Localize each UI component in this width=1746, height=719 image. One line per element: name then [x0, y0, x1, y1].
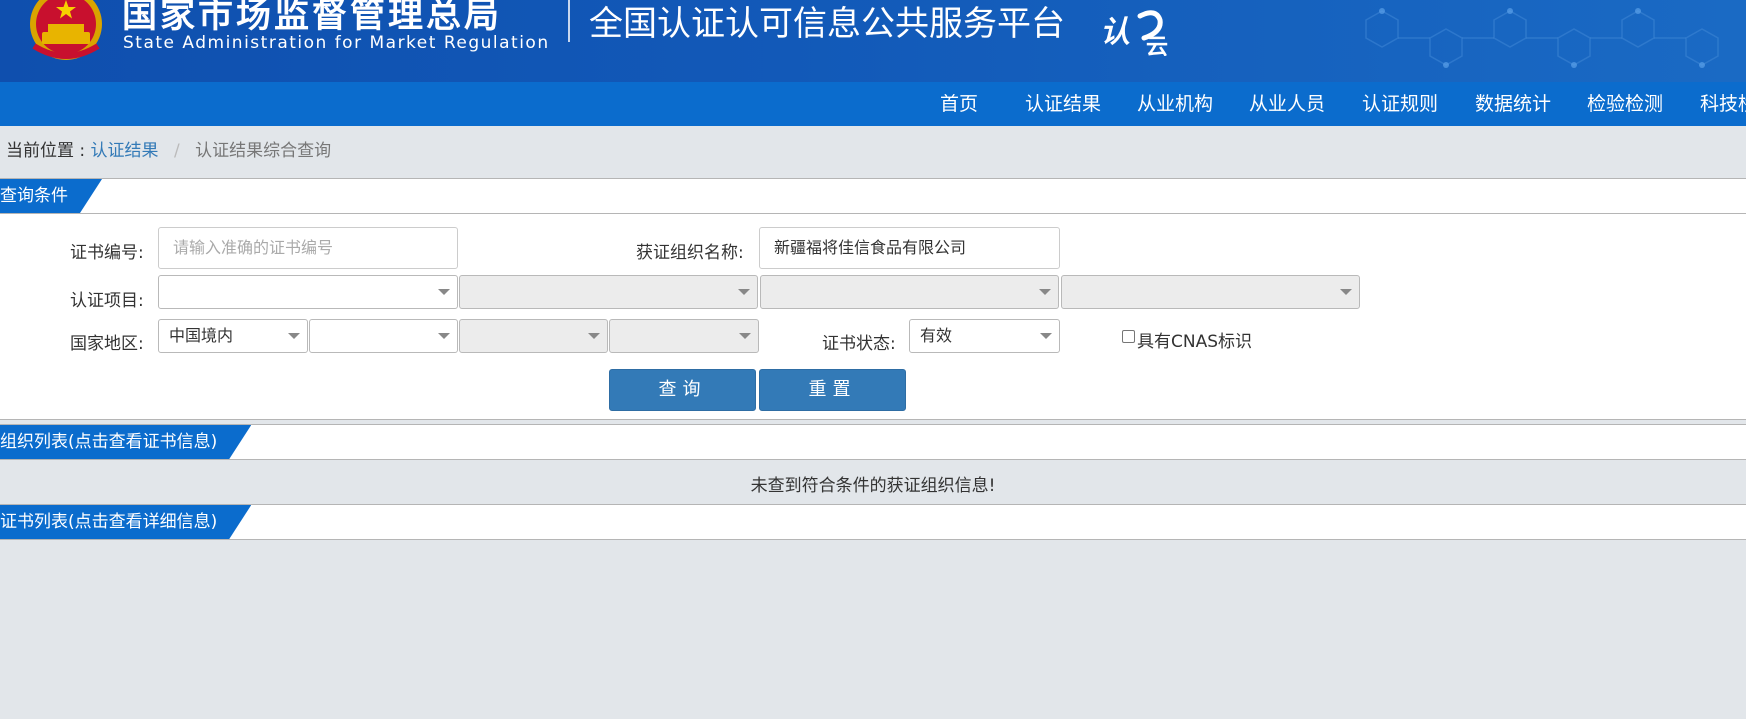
- cert-list-section-header: 证书列表(点击查看详细信息): [0, 504, 1746, 540]
- region-label: 国家地区:: [70, 334, 144, 354]
- nav-item-statistics[interactable]: 数据统计: [1475, 82, 1551, 126]
- nav-item-tech-bridge[interactable]: 科技桥: [1700, 82, 1746, 126]
- chevron-down-icon: [438, 289, 450, 295]
- chevron-down-icon: [1039, 289, 1051, 295]
- cert-no-label: 证书编号:: [70, 243, 144, 263]
- hexagon-pattern-decoration: [1365, 8, 1719, 68]
- chevron-down-icon: [588, 333, 600, 339]
- region-select-1-value: 中国境内: [169, 326, 234, 345]
- chevron-down-icon: [438, 333, 450, 339]
- cert-list-section-title: 证书列表(点击查看详细信息): [0, 505, 251, 539]
- site-header: 国家市场监督管理总局 State Administration for Mark…: [0, 0, 1746, 82]
- nav-item-personnel[interactable]: 从业人员: [1249, 82, 1325, 126]
- status-select-value: 有效: [920, 326, 953, 345]
- status-label: 证书状态:: [822, 334, 896, 354]
- region-select-4[interactable]: [609, 319, 759, 353]
- chevron-down-icon: [1040, 333, 1052, 339]
- nav-item-testing[interactable]: 检验检测: [1587, 82, 1663, 126]
- breadcrumb: 当前位置 : 认证结果 / 认证结果综合查询: [6, 136, 331, 161]
- project-select-2[interactable]: [459, 275, 758, 309]
- breadcrumb-separator: /: [173, 141, 180, 161]
- query-section-title: 查询条件: [0, 179, 102, 213]
- query-section-header: 查询条件: [0, 178, 1746, 214]
- national-emblem-icon: [30, 0, 102, 60]
- chevron-down-icon: [738, 289, 750, 295]
- nav-item-cert-rules[interactable]: 认证规则: [1362, 82, 1438, 126]
- breadcrumb-link-cert-results[interactable]: 认证结果: [91, 141, 159, 161]
- logo-text-main: 认: [1100, 15, 1130, 50]
- cnas-checkbox[interactable]: [1122, 330, 1135, 343]
- agency-name-english: State Administration for Market Regulati…: [123, 33, 550, 53]
- project-select-1[interactable]: [158, 275, 458, 309]
- cnas-checkbox-label[interactable]: 具有CNAS标识: [1137, 327, 1252, 352]
- chevron-down-icon: [1340, 289, 1352, 295]
- chevron-down-icon: [739, 333, 751, 339]
- org-list-empty-message: 未查到符合条件的获证组织信息!: [750, 476, 996, 496]
- project-select-3[interactable]: [760, 275, 1059, 309]
- breadcrumb-current: 认证结果综合查询: [195, 141, 332, 161]
- search-button[interactable]: 查询: [609, 369, 756, 411]
- reset-button[interactable]: 重置: [759, 369, 906, 411]
- main-nav: 首页 认证结果 从业机构 从业人员 认证规则 数据统计 检验检测 科技桥: [0, 82, 1746, 126]
- chevron-down-icon: [288, 333, 300, 339]
- platform-title: 全国认证认可信息公共服务平台: [589, 4, 1065, 44]
- breadcrumb-prefix: 当前位置 :: [6, 141, 91, 161]
- org-list-section-header: 组织列表(点击查看证书信息): [0, 424, 1746, 460]
- logo-text-sub: 云: [1146, 35, 1168, 56]
- nav-item-cert-results[interactable]: 认证结果: [1025, 82, 1101, 126]
- project-select-4[interactable]: [1061, 275, 1360, 309]
- org-name-input[interactable]: 新疆福将佳信食品有限公司: [759, 227, 1060, 269]
- nav-item-home[interactable]: 首页: [940, 82, 978, 126]
- org-name-label: 获证组织名称:: [636, 243, 744, 263]
- region-select-2[interactable]: [309, 319, 458, 353]
- region-select-1[interactable]: 中国境内: [158, 319, 308, 353]
- header-divider: [568, 0, 570, 42]
- renyun-logo: 认 云: [1100, 10, 1168, 56]
- org-list-section-title: 组织列表(点击查看证书信息): [0, 425, 251, 459]
- cert-no-input[interactable]: 请输入准确的证书编号: [158, 227, 458, 269]
- status-select[interactable]: 有效: [909, 319, 1060, 353]
- nav-item-institutions[interactable]: 从业机构: [1137, 82, 1213, 126]
- project-label: 认证项目:: [70, 291, 144, 311]
- region-select-3[interactable]: [459, 319, 608, 353]
